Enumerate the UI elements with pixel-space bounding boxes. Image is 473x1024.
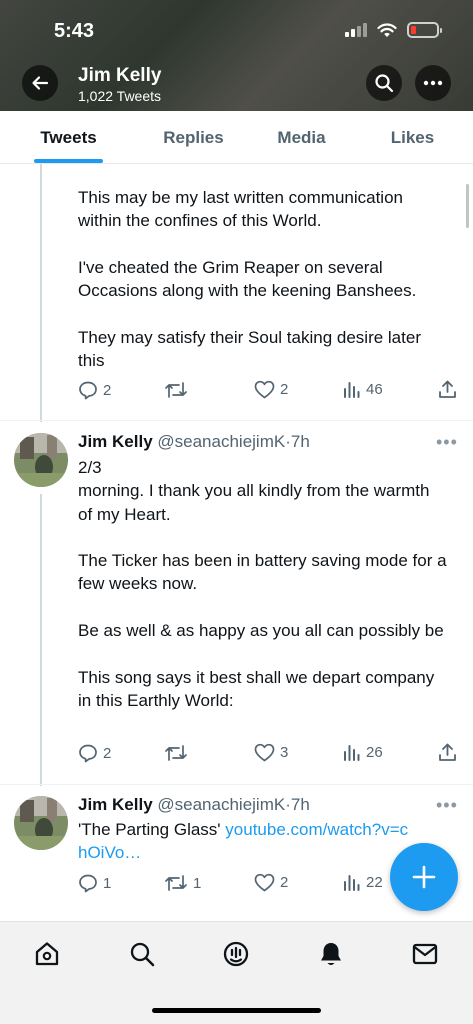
reply-count: 2 [103, 381, 112, 399]
messages-icon [412, 943, 438, 965]
reply-button[interactable]: 1 [78, 873, 111, 893]
view-count: 46 [366, 380, 383, 398]
views-button[interactable]: 22 [343, 873, 383, 891]
battery-icon [407, 22, 442, 38]
share-icon [439, 380, 456, 398]
compose-tweet-button[interactable] [390, 843, 458, 911]
status-time: 5:43 [54, 20, 95, 42]
retweet-icon [165, 875, 187, 891]
scrollbar[interactable] [466, 184, 469, 228]
search-icon [375, 74, 394, 93]
share-button[interactable] [438, 743, 457, 762]
views-button[interactable]: 46 [343, 380, 383, 398]
avatar[interactable] [14, 433, 68, 487]
search-icon [130, 942, 155, 967]
reply-icon [79, 874, 97, 893]
tweet-text-prefix: 'The Parting Glass' [78, 820, 226, 839]
share-button[interactable] [438, 380, 457, 399]
author-name[interactable]: Jim Kelly [78, 432, 153, 451]
retweet-button[interactable]: 1 [164, 873, 201, 893]
avatar[interactable] [14, 796, 68, 850]
back-button[interactable] [22, 65, 58, 101]
like-button[interactable]: 3 [254, 743, 288, 762]
share-icon [439, 743, 456, 761]
tab-likes[interactable]: Likes [370, 111, 455, 164]
tweet-more-icon[interactable]: ••• [436, 432, 458, 453]
views-button[interactable]: 26 [343, 743, 383, 761]
view-count: 26 [366, 743, 383, 761]
tab-replies[interactable]: Replies [140, 111, 247, 164]
nav-home[interactable] [32, 939, 62, 969]
status-icons [345, 22, 442, 38]
nav-search[interactable] [127, 939, 157, 969]
author-name[interactable]: Jim Kelly [78, 795, 153, 814]
reply-button[interactable]: 2 [78, 743, 111, 763]
nav-notifications[interactable] [316, 939, 346, 969]
home-indicator[interactable] [152, 1008, 321, 1013]
retweet-icon [165, 382, 187, 398]
more-icon [423, 80, 443, 86]
reply-button[interactable]: 2 [78, 380, 111, 400]
tweet-actions: 2 3 26 [78, 743, 458, 767]
back-arrow-icon [32, 76, 49, 90]
like-icon [254, 380, 275, 399]
more-button[interactable] [415, 65, 451, 101]
tweet-divider [0, 784, 473, 785]
compose-plus-icon [412, 865, 436, 889]
like-count: 3 [280, 744, 289, 761]
notifications-icon [321, 943, 341, 965]
reply-count: 1 [103, 874, 112, 892]
tweet-meta: Jim Kelly @seanachiejimK·7h [78, 795, 310, 815]
like-icon [254, 873, 275, 892]
retweet-button[interactable] [164, 743, 193, 763]
reply-icon [79, 744, 97, 763]
author-handle[interactable]: @seanachiejimK [157, 795, 285, 814]
like-count: 2 [280, 874, 289, 891]
tab-media[interactable]: Media [255, 111, 348, 164]
wifi-icon [377, 22, 397, 37]
tweet-time: 7h [290, 795, 310, 814]
view-count: 22 [366, 873, 383, 891]
bottom-navigation [0, 921, 473, 1024]
like-button[interactable]: 2 [254, 380, 288, 399]
spaces-icon [223, 941, 249, 967]
views-icon [344, 875, 360, 891]
views-icon [344, 382, 360, 398]
retweet-count: 1 [193, 874, 202, 892]
profile-tabs: Tweets Replies Media Likes [0, 111, 473, 164]
like-button[interactable]: 2 [254, 873, 288, 892]
tweet-text: 'The Parting Glass' youtube.com/watch?v=… [78, 818, 413, 865]
tab-tweets[interactable]: Tweets [20, 111, 117, 164]
thread-line [40, 494, 42, 786]
tweet-actions: 2 2 46 [78, 380, 458, 404]
reply-count: 2 [103, 744, 112, 762]
author-handle[interactable]: @seanachiejimK [157, 432, 285, 451]
tweet-text: 2/3 morning. I thank you all kindly from… [78, 458, 447, 710]
like-count: 2 [280, 381, 289, 398]
tweet-meta: Jim Kelly @seanachiejimK·7h [78, 432, 310, 452]
retweet-icon [165, 745, 187, 761]
tweet-divider [0, 420, 473, 421]
tweet-text: This may be my last written communicatio… [78, 188, 421, 371]
thread-line [40, 164, 42, 422]
tweet-count: 1,022 Tweets [78, 88, 162, 104]
tweet-time: 7h [290, 432, 310, 451]
retweet-button[interactable] [164, 380, 193, 400]
nav-spaces[interactable] [221, 939, 251, 969]
home-icon [35, 942, 59, 966]
search-button[interactable] [366, 65, 402, 101]
like-icon [254, 743, 275, 762]
profile-name: Jim Kelly [78, 65, 162, 86]
nav-messages[interactable] [410, 939, 440, 969]
tweet-timeline[interactable]: This may be my last written communicatio… [0, 164, 473, 910]
status-bar: 5:43 [0, 0, 473, 60]
profile-header: 5:43 Jim Kelly 1,022 Tweets [0, 0, 473, 111]
reply-icon [79, 381, 97, 400]
views-icon [344, 745, 360, 761]
tweet-more-icon[interactable]: ••• [436, 795, 458, 816]
cellular-signal-icon [345, 23, 367, 37]
active-tab-indicator [34, 159, 103, 163]
